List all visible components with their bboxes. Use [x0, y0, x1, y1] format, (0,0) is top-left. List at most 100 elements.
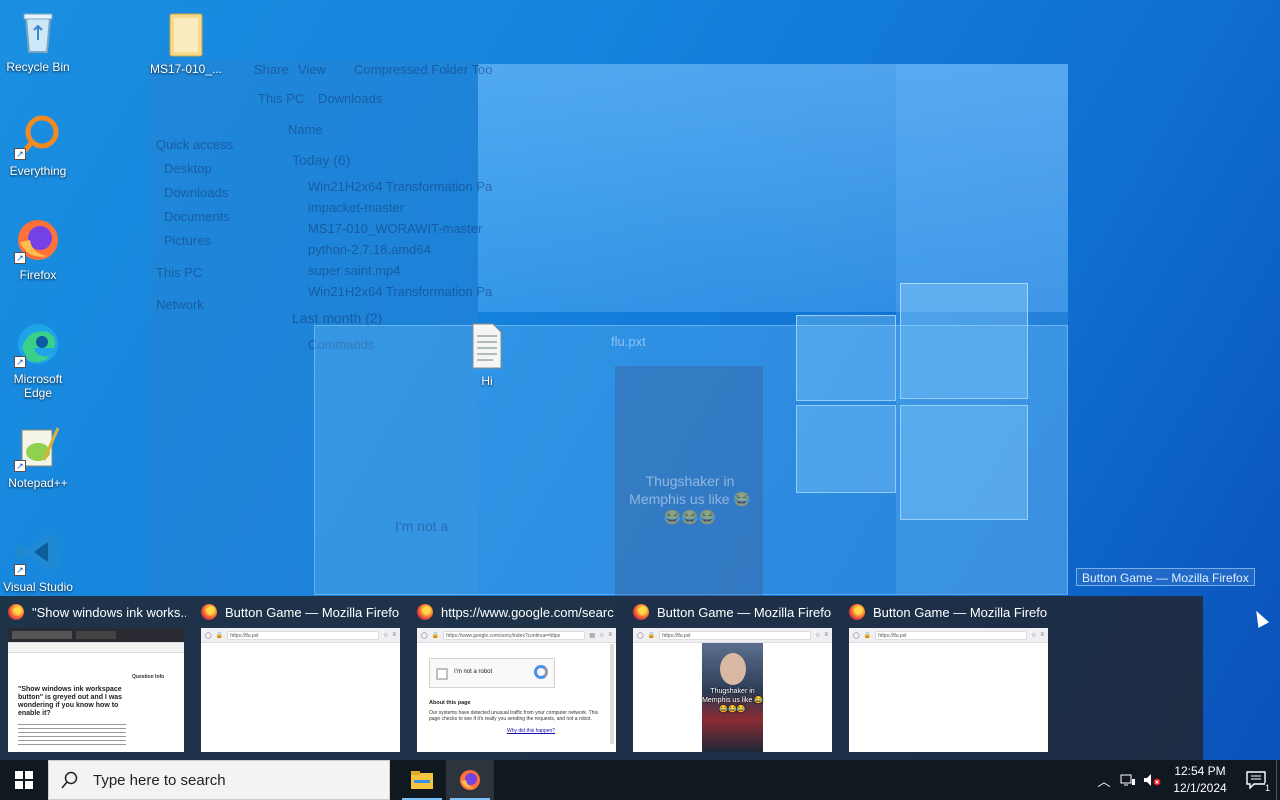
ghost-file-row: super saint.mp4: [308, 263, 401, 278]
notification-count: 1: [1264, 783, 1270, 793]
show-desktop-button[interactable]: [1276, 760, 1280, 800]
ghost-file-row: impacket-master: [308, 200, 405, 215]
volume-muted-icon[interactable]: [1140, 760, 1164, 800]
thumbnail-title: Button Game — Mozilla Firefox: [657, 604, 831, 620]
ms-answers-headline: "Show windows ink workspace button" is g…: [18, 686, 123, 717]
shortcut-arrow-icon: ↗: [14, 356, 26, 368]
firefox-icon: [201, 604, 217, 620]
ghost-browser-window: flu.pxt I'm not a Thugshaker in Memphis …: [314, 325, 1068, 596]
wallpaper-beam: [478, 64, 1068, 312]
firefox-icon: [633, 604, 649, 620]
windows-logo-icon: [15, 771, 33, 789]
thumbnail-preview: ◯ 🔒 https://flu.pxt ☆ ≡ Thugshaker in Memphi…: [633, 628, 832, 752]
notification-icon: [1246, 771, 1266, 789]
meme-caption: Thugshaker in Memphis us like 😂😂😂😂: [702, 688, 763, 713]
firefox-icon: [8, 604, 24, 620]
ghost-group-header: Today (6): [292, 152, 351, 168]
edge-icon: ↗: [14, 320, 62, 368]
system-tray: ︿ 12:54 PM 12/1/2024 1: [1092, 760, 1280, 800]
ghost-nav-item: Documents: [164, 209, 230, 224]
window-thumbnail[interactable]: https://www.google.com/searc... ◯ 🔒 https:…: [409, 596, 621, 760]
firefox-icon: [460, 770, 480, 790]
desktop-icon-everything[interactable]: ↗ Everything: [0, 112, 76, 178]
desktop-icon-label: Recycle Bin: [6, 60, 70, 74]
ghost-file-row: python-2.7.18.amd64: [308, 242, 431, 257]
recycle-bin-icon: [14, 8, 62, 56]
desktop-icon-label: Visual Studio: [3, 580, 73, 594]
desktop-icon-label: MS17-010_...: [149, 62, 223, 76]
thumbnail-title: Button Game — Mozilla Firefox: [225, 604, 399, 620]
desktop-icon-notepadpp[interactable]: ↗ Notepad++: [0, 424, 76, 490]
taskbar-app-firefox[interactable]: [446, 760, 494, 800]
firefox-icon: ↗: [14, 216, 62, 264]
action-center-button[interactable]: 1: [1236, 760, 1276, 800]
window-thumbnail[interactable]: Button Game — Mozilla Firefox ◯ 🔒 https://…: [625, 596, 837, 760]
ghost-file-row: Win21H2x64 Transformation Pa: [308, 179, 493, 194]
desktop-icon-label: Everything: [9, 164, 67, 178]
recaptcha-checkbox: [436, 668, 448, 680]
vscode-icon: ↗: [14, 528, 62, 576]
recaptcha-box: I'm not a robot: [429, 658, 555, 688]
thumbnail-preview: ◯ 🔒 https://flu.pxt ☆ ≡: [201, 628, 400, 752]
thumbnail-title: https://www.google.com/searc...: [441, 604, 615, 620]
thumbnail-preview: ◯ 🔒 https://flu.pxt ☆ ≡: [849, 628, 1048, 752]
desktop-icon-folder[interactable]: MS17-010_...: [148, 10, 224, 76]
clock-time: 12:54 PM: [1174, 764, 1226, 778]
taskbar-tooltip: Button Game — Mozilla Firefox: [1076, 568, 1255, 586]
thumbnail-preview: ◯ 🔒 https://www.google.com/sorry/index?con…: [417, 628, 616, 752]
desktop-icon-label: Firefox: [19, 268, 57, 282]
ghost-path-segment: Downloads: [318, 91, 383, 106]
ghost-ribbon-tab: View: [298, 62, 326, 77]
text-file-icon: [463, 322, 511, 370]
ghost-ribbon-tab: Compressed Folder Too: [354, 62, 493, 77]
ghost-captcha-text: I'm not a: [395, 518, 449, 534]
show-hidden-icons-chevron-up-icon[interactable]: ︿: [1092, 760, 1116, 800]
ghost-column-header: Name: [288, 122, 323, 137]
ms-answers-side-title: Question Info: [132, 674, 165, 680]
ghost-nav-item: This PC: [156, 265, 203, 280]
network-icon[interactable]: [1116, 760, 1140, 800]
ghost-nav-item: Quick access: [156, 137, 234, 152]
thumbnail-url: https://flu.pxt: [875, 630, 1028, 640]
desktop-icon-firefox[interactable]: ↗ Firefox: [0, 216, 76, 282]
ghost-nav-item: Network: [156, 297, 204, 312]
clock-date: 12/1/2024: [1173, 781, 1227, 795]
search-placeholder: Type here to search: [93, 771, 226, 789]
taskbar-clock[interactable]: 12:54 PM 12/1/2024: [1164, 763, 1236, 797]
taskbar: Type here to search ︿ 12:54 PM 12/1/2024…: [0, 760, 1280, 800]
desktop-icon-label: Notepad++: [8, 476, 68, 490]
search-icon: [61, 771, 78, 789]
thumbnail-url: https://www.google.com/sorry/index?conti…: [443, 630, 586, 640]
window-thumbnail[interactable]: Button Game — Mozilla Firefox ◯ 🔒 https://…: [841, 596, 1053, 760]
window-thumbnail[interactable]: "Show windows ink works... "Show windows…: [0, 596, 192, 760]
ghost-file-row: MS17-010_WORAWIT-master: [308, 221, 483, 236]
firefox-icon: [417, 604, 433, 620]
thumbnail-url: https://flu.pxt: [227, 630, 380, 640]
start-button[interactable]: [0, 760, 48, 800]
thumbnail-title: Button Game — Mozilla Firefox: [873, 604, 1047, 620]
taskbar-app-file-explorer[interactable]: [398, 760, 446, 800]
captcha-about-title: About this page: [429, 700, 471, 706]
meme-image: Thugshaker in Memphis us like 😂😂😂😂: [702, 643, 763, 752]
shortcut-arrow-icon: ↗: [14, 252, 26, 264]
firefox-icon: [849, 604, 865, 620]
ghost-group-header: Last month (2): [292, 310, 383, 326]
captcha-why-link: Why did this happen?: [507, 728, 556, 734]
window-thumbnail[interactable]: Button Game — Mozilla Firefox ◯ 🔒 https://…: [193, 596, 405, 760]
ghost-nav-item: Desktop: [164, 161, 212, 176]
everything-search-icon: ↗: [14, 112, 62, 160]
captcha-about-text: Our systems have detected unusual traffi…: [429, 710, 599, 722]
folder-icon: [162, 10, 210, 58]
desktop-icon-vscode[interactable]: ↗ Visual Studio: [0, 528, 76, 594]
shortcut-arrow-icon: ↗: [14, 460, 26, 472]
desktop-icon-hi[interactable]: Hi: [449, 322, 525, 388]
desktop-icon-edge[interactable]: ↗ Microsoft Edge: [0, 320, 76, 400]
thumbnail-url: https://flu.pxt: [659, 630, 812, 640]
shortcut-arrow-icon: ↗: [14, 148, 26, 160]
recaptcha-label: I'm not a robot: [454, 669, 493, 675]
ghost-meme-caption: Thugshaker in Memphis us like 😂😂😂😂: [629, 473, 751, 525]
taskbar-search-box[interactable]: Type here to search: [48, 760, 390, 800]
desktop-icon-recycle-bin[interactable]: Recycle Bin: [0, 8, 76, 74]
desktop-icon-label: Microsoft Edge: [13, 372, 63, 400]
ghost-nav-item: Downloads: [164, 185, 229, 200]
